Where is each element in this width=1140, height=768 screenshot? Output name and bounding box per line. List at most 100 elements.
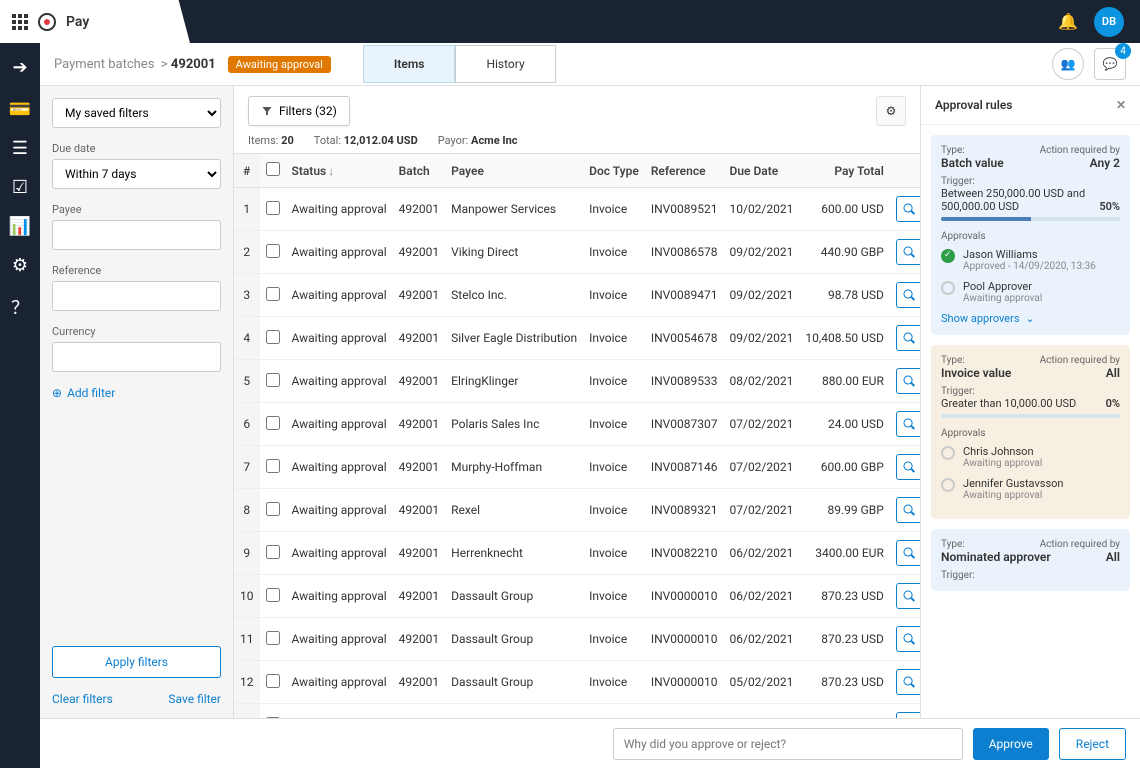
row-checkbox[interactable]	[266, 330, 280, 344]
col-reference[interactable]: Reference	[645, 154, 724, 188]
col-paytotal[interactable]: Pay Total	[799, 154, 890, 188]
row-search-button[interactable]	[896, 540, 920, 566]
row-num: 12	[234, 661, 260, 704]
row-checkbox[interactable]	[266, 502, 280, 516]
nav-wallet-icon[interactable]: 💳	[9, 99, 31, 120]
table-settings-button[interactable]: ⚙	[876, 96, 906, 126]
table-row[interactable]: 11Awaiting approval492001Dassault GroupI…	[234, 618, 920, 661]
table-row[interactable]: 4Awaiting approval492001Silver Eagle Dis…	[234, 317, 920, 360]
row-status: Awaiting approval	[286, 231, 393, 274]
table-row[interactable]: 12Awaiting approval492001Dassault GroupI…	[234, 661, 920, 704]
col-doctype[interactable]: Doc Type	[583, 154, 645, 188]
brand-name: Pay	[66, 14, 89, 30]
row-batch: 492001	[393, 532, 445, 575]
col-num[interactable]: #	[234, 154, 260, 188]
row-checkbox[interactable]	[266, 201, 280, 215]
row-checkbox[interactable]	[266, 244, 280, 258]
reference-input[interactable]	[52, 281, 221, 311]
nav-expand-icon[interactable]: ➔	[0, 53, 40, 81]
table-row[interactable]: 2Awaiting approval492001Viking DirectInv…	[234, 231, 920, 274]
nav-gear-icon[interactable]: ⚙	[12, 255, 28, 276]
saved-filters-select[interactable]: My saved filters	[52, 98, 221, 128]
row-search-button[interactable]	[896, 368, 920, 394]
col-duedate[interactable]: Due Date	[724, 154, 800, 188]
currency-input[interactable]	[52, 342, 221, 372]
tab-items[interactable]: Items	[363, 45, 456, 83]
row-batch: 492001	[393, 661, 445, 704]
apps-icon[interactable]	[12, 14, 28, 30]
row-due: 09/02/2021	[724, 274, 800, 317]
row-search-button[interactable]	[896, 411, 920, 437]
support-icon[interactable]: 👥	[1052, 48, 1084, 80]
row-checkbox[interactable]	[266, 545, 280, 559]
row-checkbox[interactable]	[266, 373, 280, 387]
table-row[interactable]: 6Awaiting approval492001Polaris Sales In…	[234, 403, 920, 446]
row-search-button[interactable]	[896, 454, 920, 480]
row-search-button[interactable]	[896, 497, 920, 523]
row-search-button[interactable]	[896, 325, 920, 351]
row-status: Awaiting approval	[286, 575, 393, 618]
nav-list-icon[interactable]: ☰	[12, 138, 28, 159]
row-doctype: Invoice	[583, 704, 645, 719]
close-icon[interactable]: ✕	[1116, 98, 1126, 112]
row-search-button[interactable]	[896, 669, 920, 695]
comment-input[interactable]	[613, 728, 963, 760]
summary-row: Items: 20 Total: 12,012.04 USD Payor: Ac…	[234, 132, 920, 153]
row-checkbox[interactable]	[266, 459, 280, 473]
row-num: 7	[234, 446, 260, 489]
add-filter-link[interactable]: ⊕Add filter	[52, 386, 221, 400]
clear-filters-link[interactable]: Clear filters	[52, 692, 113, 706]
approvals-panel: Approval rules ✕ Type:Action required by…	[920, 86, 1140, 718]
nav-help-icon[interactable]: ？	[11, 294, 29, 320]
chat-icon[interactable]: 💬4	[1094, 48, 1126, 80]
table-row[interactable]: 9Awaiting approval492001HerrenknechtInvo…	[234, 532, 920, 575]
col-payee[interactable]: Payee	[445, 154, 583, 188]
row-search-button[interactable]	[896, 196, 920, 222]
row-checkbox[interactable]	[266, 416, 280, 430]
nav-chart-icon[interactable]: 📊	[9, 216, 31, 237]
table-row[interactable]: 7Awaiting approval492001Murphy-HoffmanIn…	[234, 446, 920, 489]
row-payee: Viking Direct	[445, 231, 583, 274]
table-row[interactable]: 1Awaiting approval492001Manpower Service…	[234, 188, 920, 231]
col-actions	[890, 154, 920, 188]
row-search-button[interactable]	[896, 282, 920, 308]
apply-filters-button[interactable]: Apply filters	[52, 646, 221, 678]
save-filter-link[interactable]: Save filter	[168, 692, 221, 706]
nav-check-icon[interactable]: ☑	[12, 177, 28, 198]
row-checkbox[interactable]	[266, 631, 280, 645]
payee-input[interactable]	[52, 220, 221, 250]
row-ref: INV0087146	[645, 446, 724, 489]
row-checkbox[interactable]	[266, 287, 280, 301]
col-batch[interactable]: Batch	[393, 154, 445, 188]
table-row[interactable]: 8Awaiting approval492001RexelInvoiceINV0…	[234, 489, 920, 532]
bell-icon[interactable]: 🔔	[1058, 12, 1078, 31]
table-row[interactable]: 3Awaiting approval492001Stelco Inc.Invoi…	[234, 274, 920, 317]
row-search-button[interactable]	[896, 626, 920, 652]
tab-history[interactable]: History	[455, 45, 555, 83]
row-ref: INV0087307	[645, 403, 724, 446]
table-row[interactable]: 5Awaiting approval492001ElringKlingerInv…	[234, 360, 920, 403]
select-all-checkbox[interactable]	[266, 162, 280, 176]
row-payee: Dassault Group	[445, 618, 583, 661]
row-checkbox[interactable]	[266, 588, 280, 602]
row-search-button[interactable]	[896, 239, 920, 265]
avatar[interactable]: DB	[1094, 7, 1124, 37]
topbar: Pay 🔔 DB	[0, 0, 1140, 43]
reject-button[interactable]: Reject	[1059, 728, 1126, 760]
notif-badge: 4	[1115, 43, 1131, 59]
row-total: 600.00 USD	[799, 188, 890, 231]
row-num: 5	[234, 360, 260, 403]
due-date-select[interactable]: Within 7 days	[52, 159, 221, 189]
approve-button[interactable]: Approve	[973, 728, 1049, 760]
filters-button[interactable]: Filters (32)	[248, 96, 350, 126]
show-approvers-link[interactable]: Show approvers ⌄	[941, 312, 1120, 325]
col-status[interactable]: Status↓	[286, 154, 393, 188]
pending-icon	[941, 446, 955, 460]
row-doctype: Invoice	[583, 188, 645, 231]
row-checkbox[interactable]	[266, 674, 280, 688]
row-batch: 492001	[393, 188, 445, 231]
row-search-button[interactable]	[896, 583, 920, 609]
table-row[interactable]: 13Awaiting approval492001Dassault GroupI…	[234, 704, 920, 719]
table-row[interactable]: 10Awaiting approval492001Dassault GroupI…	[234, 575, 920, 618]
row-batch: 492001	[393, 704, 445, 719]
